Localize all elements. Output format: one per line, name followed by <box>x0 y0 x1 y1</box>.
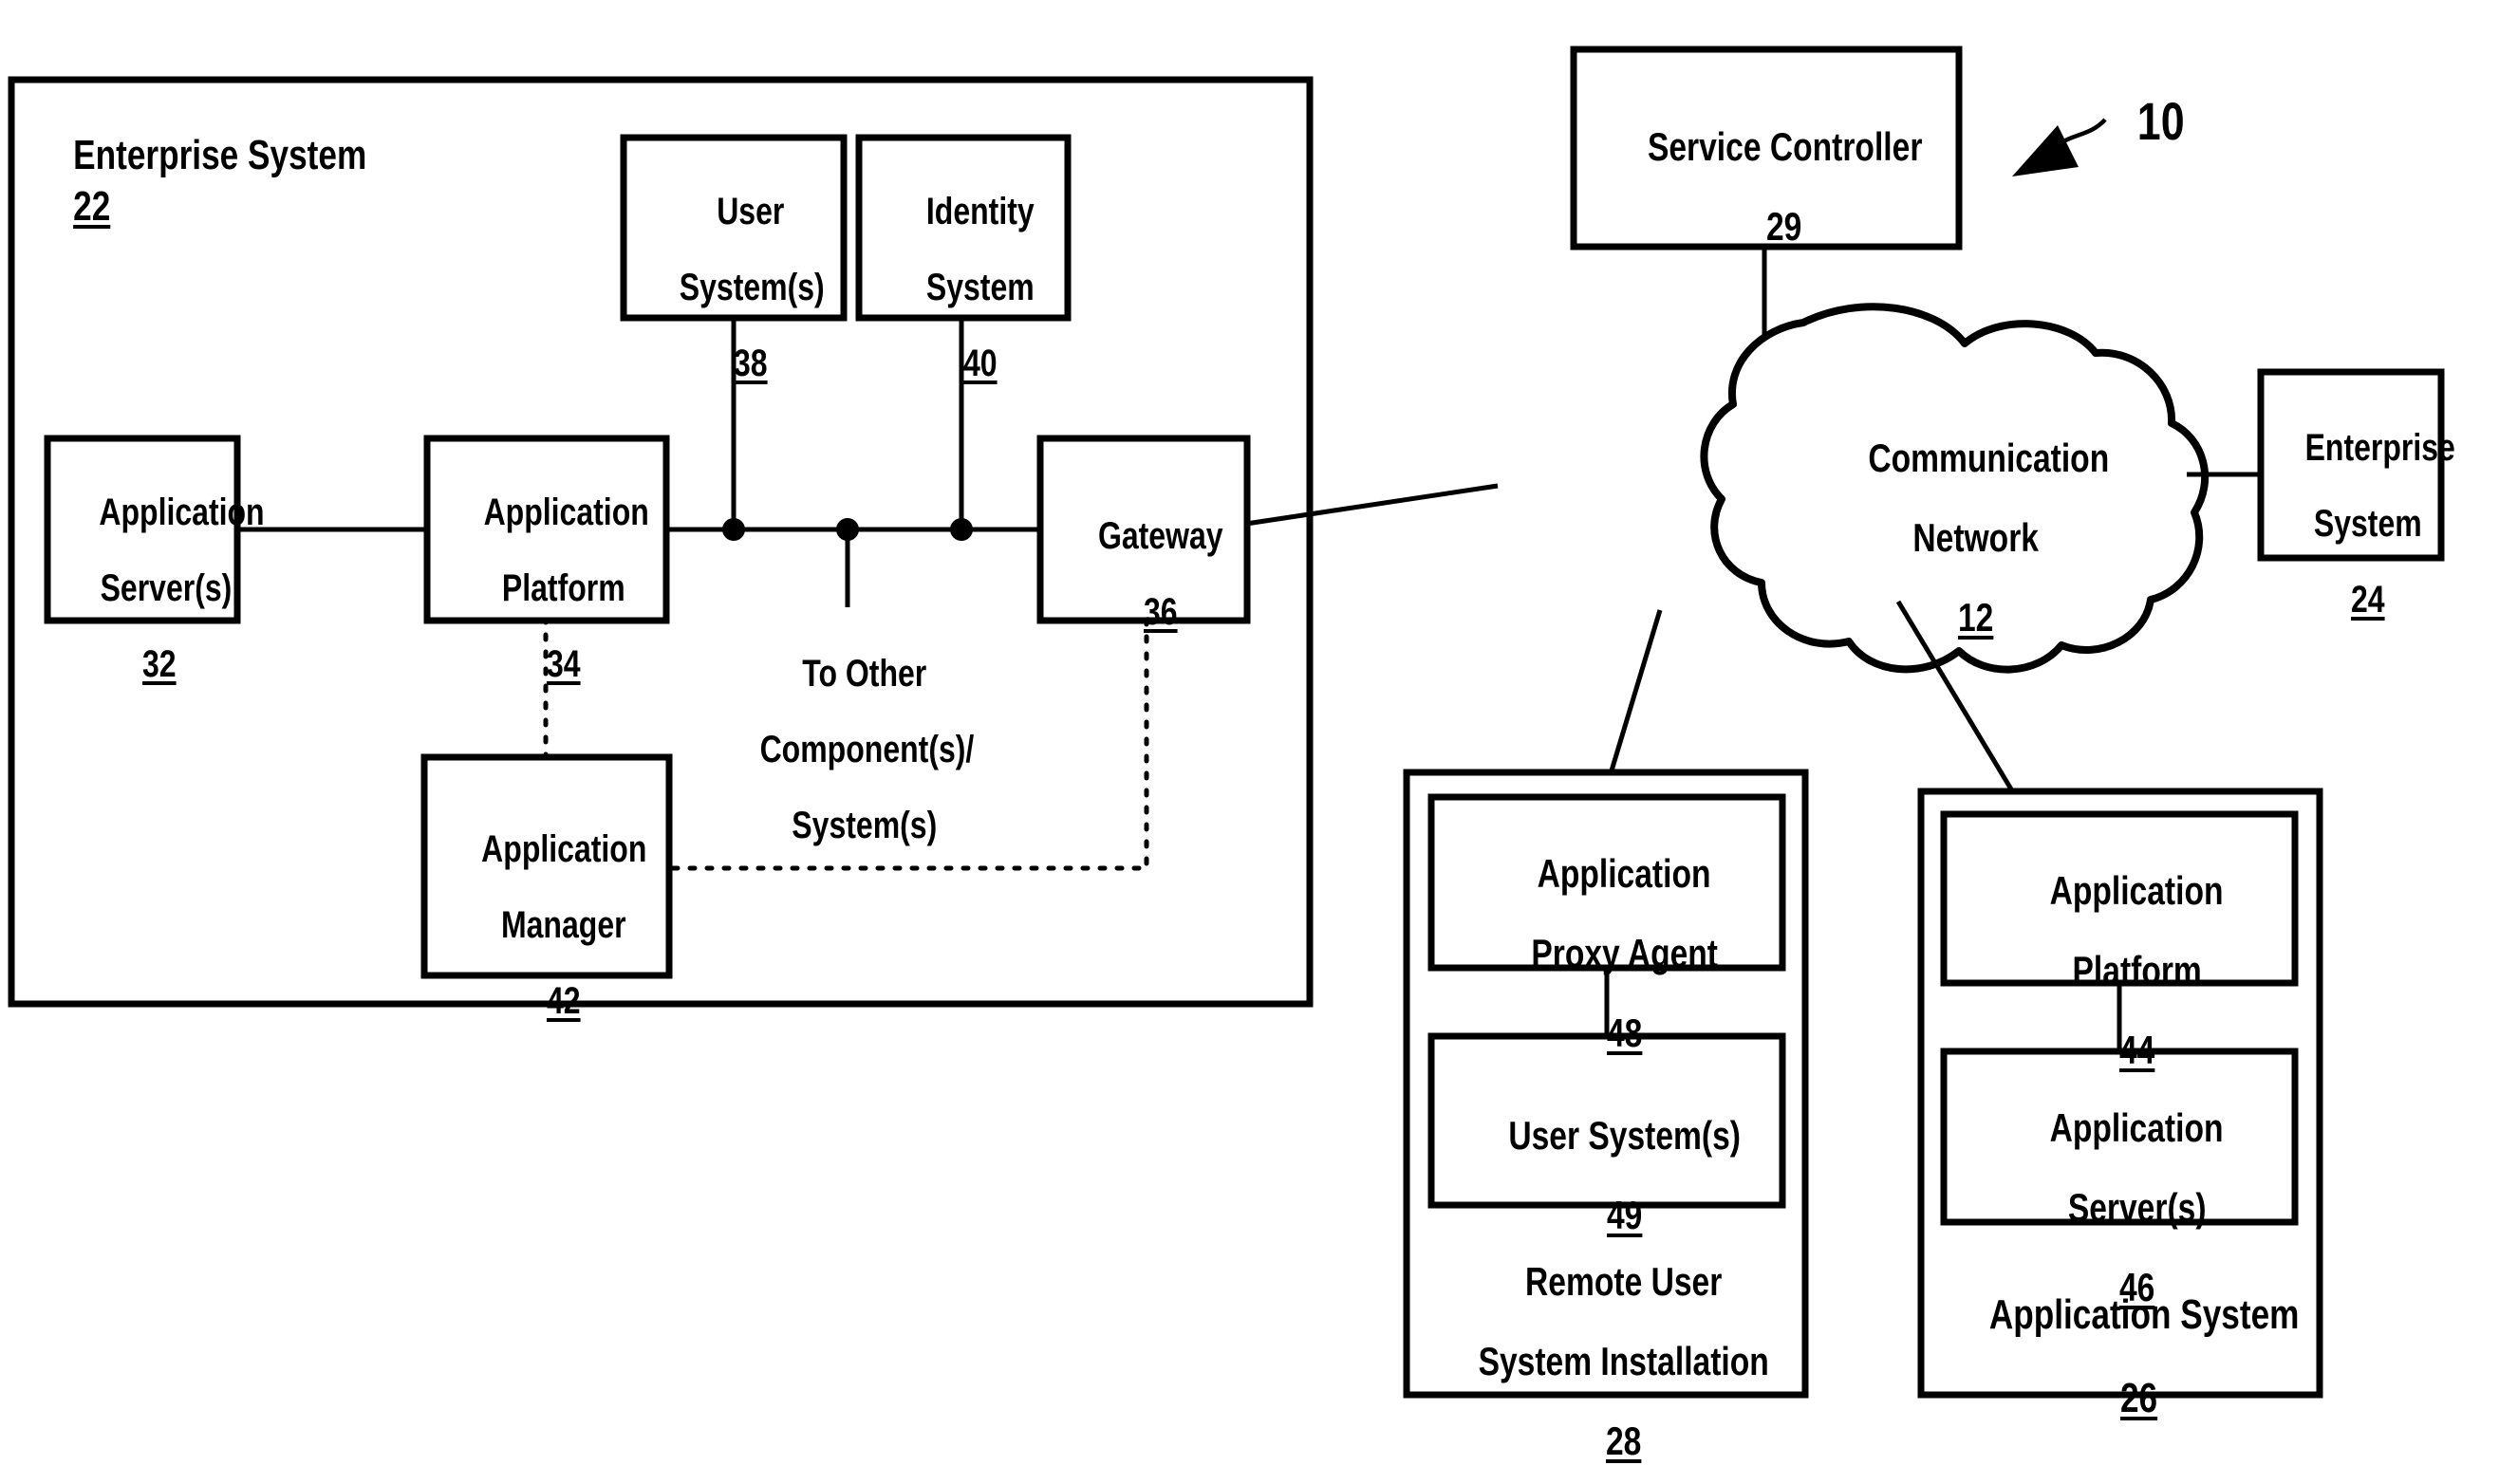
application-servers-32-box[interactable] <box>44 435 241 624</box>
application-manager-42-box[interactable] <box>420 753 673 979</box>
figure-reference-arrow <box>2012 118 2107 176</box>
gateway-36-box[interactable] <box>1036 435 1251 624</box>
application-platform-44-box[interactable] <box>1940 810 2299 987</box>
application-platform-34-box[interactable] <box>423 435 670 624</box>
patent-figure-canvas: Enterprise System 22 Application Server(… <box>0 0 2499 1484</box>
identity-system-40-box[interactable] <box>855 134 1072 322</box>
communication-network-12-cloud[interactable] <box>1700 303 2210 674</box>
application-proxy-agent-48-box[interactable] <box>1427 793 1786 972</box>
application-servers-46-box[interactable] <box>1940 1048 2299 1226</box>
user-systems-38-box[interactable] <box>620 134 848 322</box>
service-controller-29-box[interactable] <box>1570 46 1963 250</box>
diagram-svg <box>8 46 2445 1399</box>
enterprise-system-24-box[interactable] <box>2257 368 2445 562</box>
user-systems-49-box[interactable] <box>1427 1032 1786 1209</box>
